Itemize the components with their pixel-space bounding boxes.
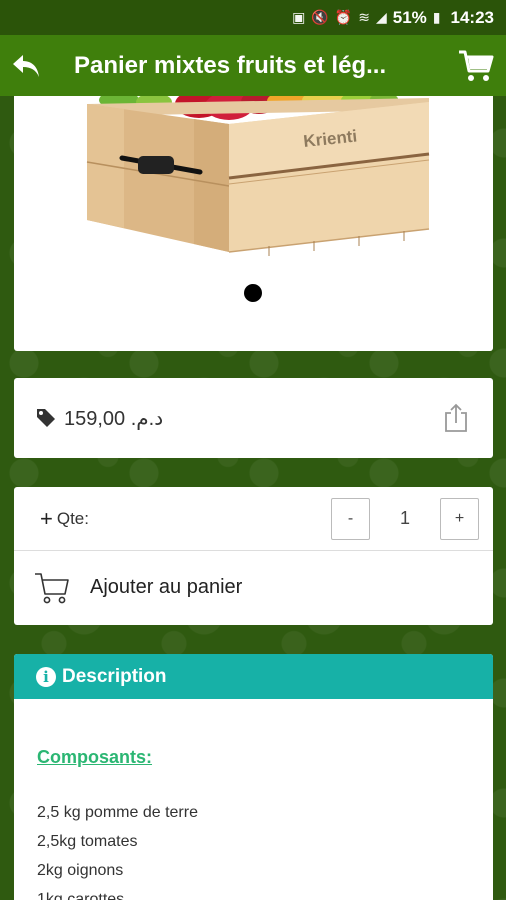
add-to-cart-button[interactable]: Ajouter au panier	[14, 551, 493, 624]
share-icon	[445, 403, 467, 432]
quantity-label: Qte:	[56, 508, 89, 528]
ingredient-item: 2,5 kg pomme de terre	[37, 804, 198, 821]
ingredient-item: 2,5kg tomates	[37, 833, 138, 850]
description-card: i Description Composants: 2,5 kg pomme d…	[14, 654, 493, 900]
clock: 14:23	[450, 7, 494, 27]
plus-icon: +	[40, 505, 53, 531]
quantity-value[interactable]: 1	[370, 508, 440, 529]
back-arrow-icon	[13, 54, 39, 77]
decrement-button[interactable]: -	[331, 497, 370, 540]
app-bar: Panier mixtes fruits et lég...	[0, 35, 506, 96]
alarm-icon: ⏰	[334, 9, 353, 25]
cart-outline-icon	[35, 572, 69, 603]
android-notification-icon: ▣	[292, 9, 306, 25]
status-bar: ▣ 🔇 ⏰ ≋ ◢ 51% ▮ 14:23	[0, 0, 506, 35]
back-button[interactable]	[0, 35, 52, 96]
description-body: Composants: 2,5 kg pomme de terre 2,5kg …	[14, 699, 493, 900]
cart-button[interactable]	[446, 35, 506, 96]
composants-heading: Composants:	[37, 747, 153, 767]
battery-icon: ▮	[432, 9, 441, 25]
ingredient-item: 2kg oignons	[37, 862, 124, 879]
product-image-card[interactable]: Krienti	[14, 96, 493, 351]
share-button[interactable]	[441, 401, 471, 435]
page-title: Panier mixtes fruits et lég...	[74, 51, 387, 79]
ingredient-item: 1kg carottes	[37, 891, 125, 900]
product-image: Krienti	[86, 96, 430, 256]
info-icon: i	[36, 666, 56, 687]
cart-icon	[459, 50, 494, 81]
mute-icon: 🔇	[311, 9, 329, 25]
description-header: i Description	[14, 654, 493, 699]
battery-percent: 51%	[392, 7, 427, 27]
signal-icon: ◢	[375, 9, 387, 25]
price-tag-icon	[37, 409, 55, 427]
product-price: 159,00 .د.م	[64, 407, 164, 430]
price-card: 159,00 .د.م	[14, 378, 493, 458]
carousel-dot-active[interactable]	[244, 284, 262, 302]
wifi-icon: ≋	[358, 9, 370, 25]
quantity-row: + Qte: - 1 +	[14, 487, 493, 551]
add-to-cart-label: Ajouter au panier	[90, 576, 243, 598]
increment-button[interactable]: +	[440, 497, 479, 540]
description-title: Description	[62, 665, 167, 687]
quantity-card: + Qte: - 1 + Ajouter au panier	[14, 487, 493, 625]
